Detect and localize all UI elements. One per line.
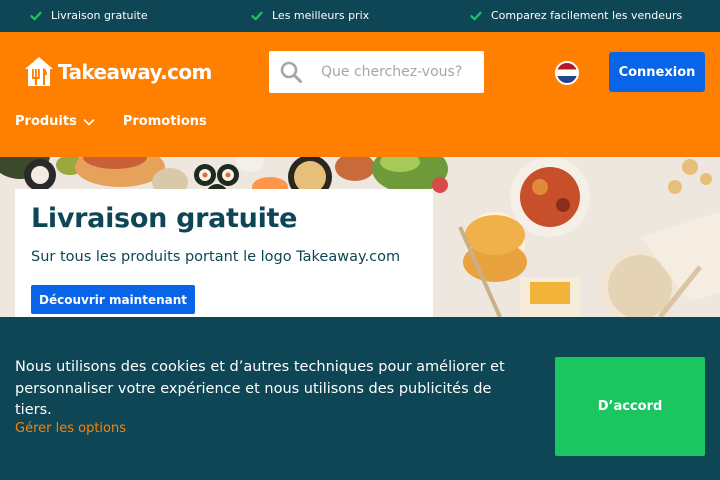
site-logo[interactable]: Takeaway.com: [24, 56, 212, 88]
accept-cookies-button[interactable]: D’accord: [555, 357, 705, 456]
manage-options-link[interactable]: Gérer les options: [15, 421, 126, 436]
chevron-down-icon: [83, 118, 95, 125]
usp-item: Comparez facilement les vendeurs: [470, 9, 682, 22]
main-nav: Produits Promotions: [15, 114, 235, 129]
discover-now-button[interactable]: Découvrir maintenant: [31, 285, 196, 314]
cookie-banner: Nous utilisons des cookies et d’autres t…: [0, 317, 720, 480]
usp-bar: Livraison gratuite Les meilleurs prix Co…: [0, 0, 720, 32]
netherlands-flag-icon[interactable]: [555, 61, 579, 85]
usp-item: Livraison gratuite: [30, 9, 148, 22]
search-input[interactable]: [321, 51, 479, 93]
login-button[interactable]: Connexion: [609, 52, 705, 92]
check-icon: [30, 11, 42, 20]
takeaway-house-icon: [25, 57, 53, 86]
search-box: [269, 51, 484, 93]
usp-label: Comparez facilement les vendeurs: [491, 9, 683, 22]
usp-label: Livraison gratuite: [51, 9, 148, 22]
nav-item-label: Produits: [15, 114, 77, 129]
usp-label: Les meilleurs prix: [272, 9, 370, 22]
hero-banner: Livraison gratuite Sur tous les produits…: [0, 157, 720, 317]
nav-item-label: Promotions: [122, 114, 207, 129]
nav-item-produits[interactable]: Produits: [15, 114, 95, 129]
nav-item-promotions[interactable]: Promotions: [123, 114, 207, 129]
promo-subtitle: Sur tous les produits portant le logo Ta…: [31, 249, 401, 265]
check-icon: [251, 11, 263, 20]
usp-item: Les meilleurs prix: [251, 9, 369, 22]
cookie-message: Nous utilisons des cookies et d’autres t…: [15, 359, 505, 418]
check-icon: [470, 11, 482, 20]
search-icon[interactable]: [279, 60, 303, 84]
promo-card: Livraison gratuite Sur tous les produits…: [15, 189, 433, 317]
site-header: Takeaway.com Connexion Produits Promotio…: [0, 32, 720, 157]
logo-text: Takeaway.com: [58, 60, 212, 84]
promo-title: Livraison gratuite: [31, 203, 298, 234]
